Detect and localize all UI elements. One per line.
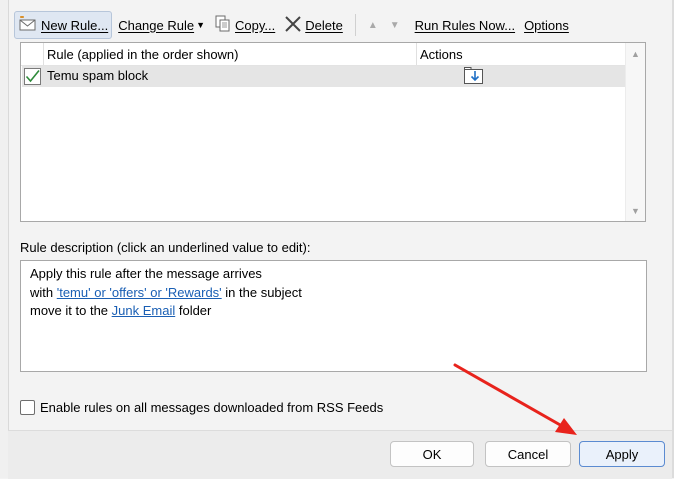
new-rule-button[interactable]: New Rule... [14,11,113,39]
rule-enabled-checkbox[interactable] [24,68,41,85]
dropdown-icon: ▼ [196,20,206,30]
new-rule-label: New Rule... [41,17,109,33]
move-to-folder-icon [463,66,485,89]
column-header-actions[interactable]: Actions [420,47,463,62]
options-label: Options [524,17,569,33]
delete-x-icon [284,15,302,36]
description-line-3-suffix: folder [175,303,212,318]
ok-label: OK [422,446,442,462]
move-down-icon[interactable]: ▼ [390,20,400,31]
description-line-2-suffix: in the subject [221,284,302,300]
ok-button[interactable]: OK [390,441,474,467]
options-button[interactable]: Options [521,12,572,38]
copy-button[interactable]: Copy... [211,12,278,38]
rule-row[interactable]: Temu spam block [22,66,626,87]
column-header-rule[interactable]: Rule (applied in the order shown) [47,47,239,62]
rule-name: Temu spam block [47,68,149,83]
rule-description-box: Apply this rule after the message arrive… [20,260,647,372]
change-rule-button[interactable]: Change Rule ▼ [115,12,208,38]
rules-list-scrollbar[interactable]: ▲ ▼ [625,43,645,221]
description-line-3: move it to the Junk Email folder [30,302,646,321]
column-divider[interactable] [416,43,417,65]
run-rules-now-label: Run Rules Now... [414,17,516,33]
apply-button[interactable]: Apply [579,441,665,467]
rule-description-label: Rule description (click an underlined va… [20,240,311,255]
change-rule-label: Change Rule [118,17,195,33]
target-folder-link[interactable]: Junk Email [112,303,176,318]
run-rules-now-button[interactable]: Run Rules Now... [412,12,518,38]
cancel-label: Cancel [507,446,549,462]
delete-button[interactable]: Delete [281,12,346,38]
scroll-up-icon[interactable]: ▲ [631,49,640,59]
move-up-icon[interactable]: ▲ [368,20,378,31]
toolbar-separator [354,14,356,36]
description-line-2-prefix: with [30,284,57,300]
dialog-button-bar: OK Cancel Apply [8,430,672,479]
copy-icon [214,15,232,36]
apply-label: Apply [605,446,639,462]
delete-label: Delete [305,17,343,33]
rules-list-header: Rule (applied in the order shown) Action… [21,43,626,66]
rules-toolbar: New Rule... Change Rule ▼ Copy... Delete… [14,10,575,40]
description-line-1: Apply this rule after the message arrive… [30,266,262,281]
cancel-button[interactable]: Cancel [485,441,571,467]
rules-list[interactable]: Rule (applied in the order shown) Action… [20,42,646,222]
description-line-2: with 'temu' or 'offers' or 'Rewards' in … [30,284,646,303]
rss-rules-checkbox[interactable] [20,400,35,415]
checkmark-icon [25,69,40,83]
scroll-down-icon[interactable]: ▼ [631,206,640,216]
description-line-3-prefix: move it to the [30,303,112,318]
subject-words-link[interactable]: 'temu' or 'offers' or 'Rewards' [57,285,222,300]
rss-rules-label[interactable]: Enable rules on all messages downloaded … [40,400,383,415]
window-left-edge [0,0,9,478]
copy-label: Copy... [235,17,276,33]
header-check-column [21,43,44,65]
new-rule-icon [18,15,38,35]
rss-rules-option[interactable]: Enable rules on all messages downloaded … [20,400,383,415]
